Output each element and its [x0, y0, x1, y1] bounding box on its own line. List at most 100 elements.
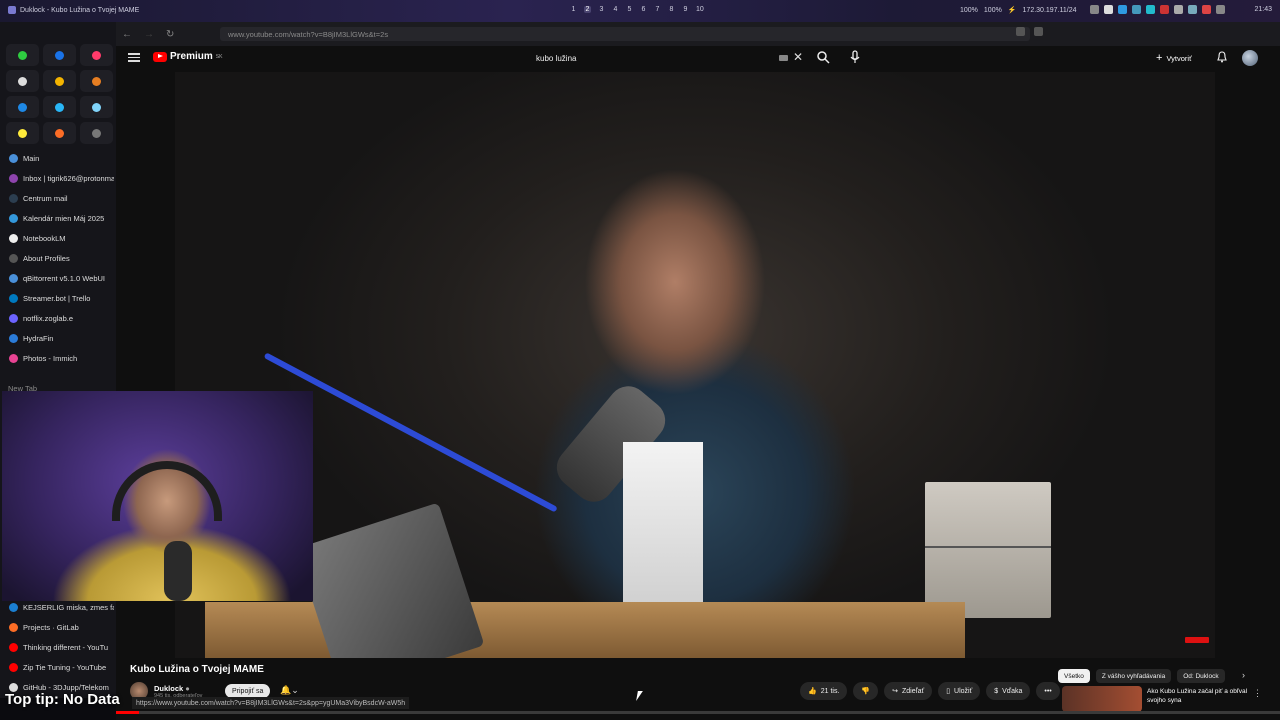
search-input[interactable]: kubo lužina ✕: [536, 49, 806, 67]
video-player[interactable]: [175, 72, 1215, 658]
overlay-tip: Top tip: No Data: [5, 691, 120, 708]
workspace-1[interactable]: 1: [570, 6, 577, 13]
sidebar-tab[interactable]: Main: [4, 148, 114, 168]
workspace-4[interactable]: 4: [612, 6, 619, 13]
pinned-tab[interactable]: [43, 70, 76, 92]
tray-icon[interactable]: [1132, 5, 1141, 14]
chip-all[interactable]: Všetko: [1058, 669, 1090, 683]
tab-favicon-icon: [9, 602, 18, 612]
more-icon: •••: [1044, 687, 1052, 695]
pinned-tab[interactable]: [43, 96, 76, 118]
youtube-logo[interactable]: Premium SK: [153, 51, 222, 62]
sidebar-tab[interactable]: Centrum mail: [4, 188, 114, 208]
extension-icon[interactable]: [1016, 27, 1025, 36]
pinned-tab[interactable]: [43, 44, 76, 66]
reload-icon[interactable]: ↻: [166, 29, 174, 40]
tab-list: Main Inbox | tigrik626@protonmail Centrum …: [4, 148, 114, 368]
pinned-tab[interactable]: [43, 122, 76, 144]
pinned-tab-favicon-icon: [18, 50, 27, 60]
pinned-tab-favicon-icon: [18, 128, 27, 138]
notifications-icon[interactable]: [1216, 51, 1228, 63]
mic-icon[interactable]: [848, 50, 862, 64]
workspace-7[interactable]: 7: [654, 6, 661, 13]
tab-list-bottom: KEJSERLIG miska, zmes fa Projects · GitLa…: [4, 597, 114, 697]
workspace-5[interactable]: 5: [626, 6, 633, 13]
address-bar-icons: [1016, 27, 1043, 36]
tray-icon[interactable]: [1188, 5, 1197, 14]
sidebar-tab[interactable]: Streamer.bot | Trello: [4, 288, 114, 308]
pinned-tab[interactable]: [80, 96, 113, 118]
pinned-tabs: [6, 44, 113, 144]
tray-icon[interactable]: [1174, 5, 1183, 14]
sidebar-tab[interactable]: Kalendár mien Máj 2025: [4, 208, 114, 228]
sidebar-tab[interactable]: Thinking different - YouTu: [4, 637, 114, 657]
workspace-3[interactable]: 3: [598, 6, 605, 13]
tab-label: Kalendár mien Máj 2025: [23, 213, 105, 223]
sidebar-tab[interactable]: HydraFin: [4, 328, 114, 348]
tray-icon[interactable]: [1104, 5, 1113, 14]
nav-buttons: ← → ↻: [122, 29, 174, 40]
sidebar-tab[interactable]: About Profiles: [4, 248, 114, 268]
sidebar-tab[interactable]: qBittorrent v5.1.0 WebUI: [4, 268, 114, 288]
tray-icon[interactable]: [1216, 5, 1225, 14]
tray-icon[interactable]: [1160, 5, 1169, 14]
tab-favicon-icon: [9, 213, 18, 223]
thanks-button[interactable]: $ Vďaka: [986, 682, 1031, 700]
recommendation-title[interactable]: Ako Kubo Lužina začal piť a obľval svojh…: [1147, 687, 1257, 705]
sidebar-tab[interactable]: Zip Tie Tuning - YouTube: [4, 657, 114, 677]
workspace-8[interactable]: 8: [668, 6, 675, 13]
video-title: Kubo Lužina o Tvojej MAME: [130, 664, 264, 675]
share-button[interactable]: ↪ Zdieľať: [884, 682, 933, 700]
workspace-6[interactable]: 6: [640, 6, 647, 13]
recommendation-menu-icon[interactable]: ⋮: [1253, 688, 1262, 699]
like-button[interactable]: 👍 21 tis.: [800, 682, 848, 700]
tab-favicon-icon: [9, 233, 18, 243]
tab-label: Centrum mail: [23, 193, 68, 203]
sidebar-tab[interactable]: Projects · GitLab: [4, 617, 114, 637]
pinned-tab[interactable]: [80, 44, 113, 66]
keyboard-icon[interactable]: [779, 55, 788, 61]
chip-from-channel[interactable]: Od: Duklock: [1177, 669, 1225, 683]
save-button[interactable]: ▯ Uložiť: [938, 682, 981, 700]
url-field[interactable]: www.youtube.com/watch?v=B8jIM3LlGWs&t=2s: [220, 27, 1030, 41]
more-actions-button[interactable]: •••: [1036, 682, 1060, 700]
workspace-10[interactable]: 10: [696, 6, 704, 13]
app-icon: [8, 6, 16, 14]
pinned-tab[interactable]: [80, 122, 113, 144]
tray-icon[interactable]: [1202, 5, 1211, 14]
battery-level-2: 100%: [983, 6, 1002, 14]
tray-icon[interactable]: [1146, 5, 1155, 14]
pinned-tab[interactable]: [6, 122, 39, 144]
channel-name[interactable]: Duklock ●: [154, 684, 202, 693]
recommendation-thumbnail[interactable]: [1062, 686, 1142, 712]
chevron-right-icon[interactable]: ›: [1242, 670, 1245, 680]
tray-icon[interactable]: [1090, 5, 1099, 14]
tab-label: Thinking different - YouTu: [23, 642, 109, 652]
pinned-tab[interactable]: [6, 96, 39, 118]
pinned-tab-favicon-icon: [55, 102, 64, 112]
clear-search-icon[interactable]: ✕: [793, 50, 803, 64]
pinned-tab[interactable]: [6, 70, 39, 92]
sidebar-tab[interactable]: Inbox | tigrik626@protonmail: [4, 168, 114, 188]
back-icon[interactable]: ←: [122, 29, 132, 40]
sidebar-tab[interactable]: notflix.zoglab.e: [4, 308, 114, 328]
menu-icon[interactable]: [128, 51, 140, 63]
subscription-bell-icon[interactable]: 🔔⌄: [280, 685, 299, 696]
workspace-2[interactable]: 2: [584, 6, 591, 13]
join-button[interactable]: Pripojiť sa: [225, 684, 271, 698]
workspace-9[interactable]: 9: [682, 6, 689, 13]
chip-from-search[interactable]: Z vášho vyhľadávania: [1095, 669, 1172, 683]
pinned-tab[interactable]: [6, 44, 39, 66]
sidebar-tab[interactable]: NotebookLM: [4, 228, 114, 248]
video-progress-bar[interactable]: [116, 711, 1280, 714]
verified-icon: ●: [185, 683, 190, 693]
create-button[interactable]: + Vytvoriť: [1156, 50, 1192, 66]
pinned-tab[interactable]: [80, 70, 113, 92]
reader-icon[interactable]: [1034, 27, 1043, 36]
forward-icon[interactable]: →: [144, 29, 154, 40]
sidebar-tab[interactable]: Photos - Immich: [4, 348, 114, 368]
tray-icon[interactable]: [1118, 5, 1127, 14]
dislike-button[interactable]: 👎: [853, 682, 879, 700]
search-icon[interactable]: [816, 50, 830, 64]
account-avatar[interactable]: [1242, 50, 1258, 66]
